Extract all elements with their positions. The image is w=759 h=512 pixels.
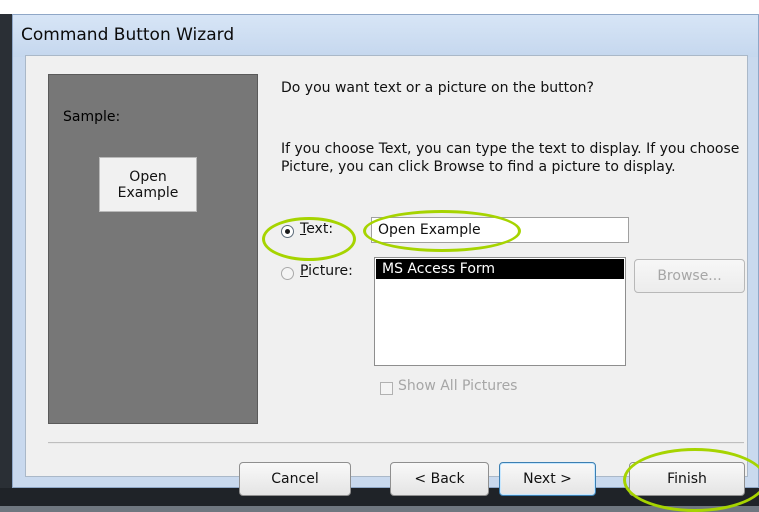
next-button[interactable]: Next > <box>499 462 596 496</box>
background-top-strip <box>0 0 759 15</box>
sample-preview-panel: Sample: Open Example <box>48 74 258 424</box>
text-input-highlight-ring <box>363 210 521 252</box>
finish-button-highlight-ring <box>623 448 759 512</box>
sample-preview-button-text: Open Example <box>117 168 179 201</box>
question-text: Do you want text or a picture on the but… <box>281 80 594 96</box>
footer-divider <box>48 442 744 444</box>
window-title: Command Button Wizard <box>21 25 235 45</box>
picture-listbox[interactable]: MS Access Form <box>374 257 626 366</box>
show-all-pictures-label[interactable]: Show All Pictures <box>398 378 517 394</box>
picture-radio-button[interactable] <box>281 267 294 280</box>
cancel-button-label: Cancel <box>271 471 319 487</box>
next-button-label: Next > <box>523 471 572 487</box>
title-bar[interactable]: Command Button Wizard <box>13 15 758 57</box>
browse-button[interactable]: Browse... <box>634 259 745 293</box>
explanation-text: If you choose Text, you can type the tex… <box>281 141 740 175</box>
command-button-wizard-dialog: Command Button Wizard Sample: Open Examp… <box>12 14 759 512</box>
picture-radio-label[interactable]: Picture: <box>300 263 353 279</box>
text-option-highlight-ring <box>262 217 356 261</box>
back-button-label: < Back <box>414 471 465 487</box>
sample-label: Sample: <box>63 109 121 125</box>
show-all-pictures-checkbox[interactable] <box>380 382 393 395</box>
picture-radio-label-underline: P <box>300 263 309 279</box>
picture-radio-label-rest: icture: <box>308 263 353 279</box>
background-left-strip <box>0 14 12 506</box>
cancel-button[interactable]: Cancel <box>239 462 351 496</box>
back-button[interactable]: < Back <box>390 462 489 496</box>
sample-preview-button: Open Example <box>99 157 197 212</box>
wizard-client-area: Sample: Open Example Do you want text or… <box>25 55 759 512</box>
picture-list-item-selected[interactable]: MS Access Form <box>376 259 624 279</box>
browse-button-label: Browse... <box>657 268 722 284</box>
